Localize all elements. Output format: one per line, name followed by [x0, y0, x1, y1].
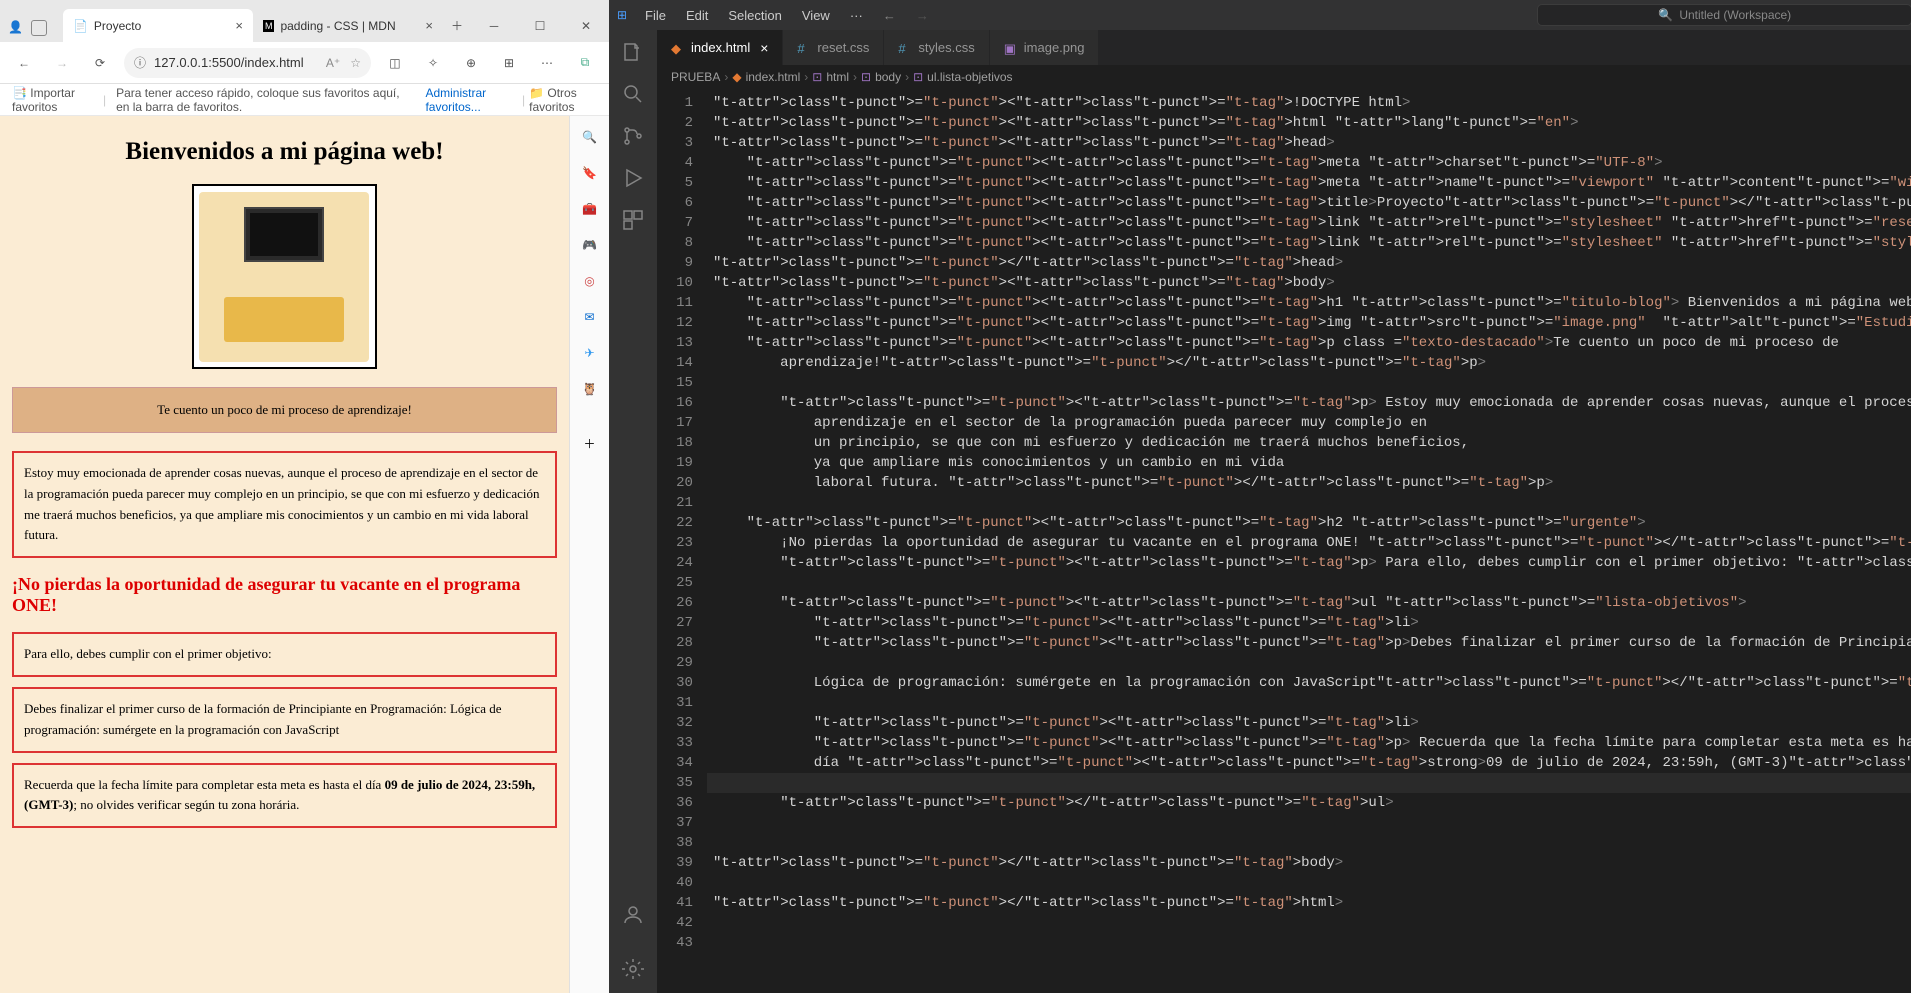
office-icon[interactable]: ◎ — [578, 270, 600, 292]
urgent-heading: ¡No pierdas la oportunidad de asegurar t… — [12, 574, 557, 616]
search-icon: 🔍 — [1658, 8, 1673, 22]
favorites-bar: 📑 Importar favoritos | Para tener acceso… — [0, 84, 609, 116]
tab-title: Proyecto — [94, 19, 141, 33]
menu-view[interactable]: View — [794, 4, 838, 27]
collections-icon[interactable]: ✧ — [419, 49, 447, 77]
close-tab-icon[interactable]: × — [760, 40, 768, 56]
tab-styles-css[interactable]: # styles.css — [884, 30, 989, 65]
code-editor[interactable]: 1234567891011121314151617181920212223242… — [657, 89, 1911, 993]
menu-icon[interactable]: ⋯ — [533, 49, 561, 77]
activity-bar — [609, 30, 657, 993]
favorites-icon[interactable]: ⊕ — [457, 49, 485, 77]
line-numbers: 1234567891011121314151617181920212223242… — [657, 89, 707, 993]
telegram-icon[interactable]: ✈ — [578, 342, 600, 364]
duolingo-icon[interactable]: 🦉 — [578, 378, 600, 400]
import-favorites[interactable]: 📑 Importar favoritos — [12, 86, 93, 114]
workspaces-icon[interactable] — [31, 20, 47, 36]
webpage-content: Bienvenidos a mi página web! Te cuento u… — [0, 116, 569, 993]
tab-reset-css[interactable]: # reset.css — [783, 30, 884, 65]
browser-titlebar: 👤 📄 Proyecto × M padding - CSS | MDN × ＋… — [0, 0, 609, 42]
profile-icon[interactable]: 👤 — [8, 20, 23, 36]
search-icon[interactable] — [621, 82, 645, 106]
css-icon: # — [898, 41, 912, 55]
favorite-icon[interactable]: ☆ — [350, 56, 361, 70]
maximize-button[interactable]: ☐ — [517, 10, 563, 42]
workspace-name: Untitled (Workspace) — [1679, 8, 1791, 22]
minimize-button[interactable]: ─ — [471, 10, 517, 42]
edge-browser: 👤 📄 Proyecto × M padding - CSS | MDN × ＋… — [0, 0, 609, 993]
refresh-button[interactable]: ⟳ — [86, 49, 114, 77]
forward-button[interactable]: → — [48, 49, 76, 77]
close-button[interactable]: ✕ — [563, 10, 609, 42]
tab-image-png[interactable]: ▣ image.png — [990, 30, 1100, 65]
nav-forward-icon[interactable]: → — [908, 4, 937, 27]
admin-favorites-link[interactable]: Administrar favoritos... — [425, 86, 512, 114]
editor-area: ◆ index.html × # reset.css # styles.css … — [657, 30, 1911, 993]
html-icon: ◆ — [671, 41, 685, 55]
explorer-icon[interactable] — [621, 40, 645, 64]
new-tab-button[interactable]: ＋ — [443, 9, 471, 42]
hero-image — [192, 184, 377, 369]
intro-box: Te cuento un poco de mi proceso de apren… — [12, 387, 557, 433]
menu-selection[interactable]: Selection — [720, 4, 789, 27]
vscode-window: ⊞ File Edit Selection View ··· ← → 🔍 Unt… — [609, 0, 1911, 993]
address-bar[interactable]: ⓘ 127.0.0.1:5500/index.html A⁺ ☆ — [124, 48, 371, 78]
copilot-icon[interactable]: ⧉ — [571, 49, 599, 77]
tools-icon[interactable]: 🧰 — [578, 198, 600, 220]
read-aloud-icon[interactable]: A⁺ — [326, 56, 340, 70]
run-debug-icon[interactable] — [621, 166, 645, 190]
editor-tabs: ◆ index.html × # reset.css # styles.css … — [657, 30, 1911, 65]
tab-title: padding - CSS | MDN — [280, 19, 395, 33]
menu-file[interactable]: File — [637, 4, 674, 27]
tab-mdn[interactable]: M padding - CSS | MDN × — [253, 9, 443, 42]
back-button[interactable]: ← — [10, 49, 38, 77]
settings-icon[interactable] — [621, 957, 645, 981]
favicon-icon: M — [263, 20, 275, 32]
search-icon[interactable]: 🔍 — [578, 126, 600, 148]
image-icon: ▣ — [1004, 41, 1018, 55]
source-control-icon[interactable] — [621, 124, 645, 148]
vscode-logo-icon: ⊞ — [617, 8, 627, 22]
close-tab-icon[interactable]: × — [235, 18, 243, 33]
objective-intro: Para ello, debes cumplir con el primer o… — [12, 632, 557, 677]
menu-edit[interactable]: Edit — [678, 4, 716, 27]
fav-msg: Para tener acceso rápido, coloque sus fa… — [116, 86, 415, 114]
other-favorites[interactable]: 📁 Otros favoritos — [529, 86, 597, 114]
paragraph-1: Estoy muy emocionada de aprender cosas n… — [12, 451, 557, 558]
css-icon: # — [797, 41, 811, 55]
edge-sidebar: 🔍 🔖 🧰 🎮 ◎ ✉ ✈ 🦉 ＋ — [569, 116, 609, 993]
account-icon[interactable] — [621, 903, 645, 927]
favicon-icon: 📄 — [73, 19, 88, 33]
url-text: 127.0.0.1:5500/index.html — [154, 55, 304, 70]
close-tab-icon[interactable]: × — [425, 18, 433, 33]
breadcrumb[interactable]: PRUEBA› ◆index.html› ⊡html› ⊡body› ⊡ul.l… — [657, 65, 1911, 89]
browser-toolbar: ← → ⟳ ⓘ 127.0.0.1:5500/index.html A⁺ ☆ ◫… — [0, 42, 609, 84]
outlook-icon[interactable]: ✉ — [578, 306, 600, 328]
page-title: Bienvenidos a mi página web! — [12, 138, 557, 166]
command-center[interactable]: 🔍 Untitled (Workspace) — [1537, 4, 1911, 26]
browser-tabs: 📄 Proyecto × M padding - CSS | MDN × ＋ — [55, 9, 471, 42]
code-content[interactable]: "t-attr">class"t-punct">="t-punct"><"t-a… — [707, 89, 1911, 993]
menu-more[interactable]: ··· — [842, 4, 871, 27]
tab-proyecto[interactable]: 📄 Proyecto × — [63, 9, 253, 42]
split-screen-icon[interactable]: ◫ — [381, 49, 409, 77]
games-icon[interactable]: 🎮 — [578, 234, 600, 256]
objective-1: Debes finalizar el primer curso de la fo… — [12, 687, 557, 753]
site-info-icon[interactable]: ⓘ — [134, 54, 146, 71]
extensions-icon[interactable] — [621, 208, 645, 232]
objective-deadline: Recuerda que la fecha límite para comple… — [12, 763, 557, 829]
add-sidebar-icon[interactable]: ＋ — [578, 432, 600, 454]
extensions-icon[interactable]: ⊞ — [495, 49, 523, 77]
nav-back-icon[interactable]: ← — [875, 4, 904, 27]
tab-index-html[interactable]: ◆ index.html × — [657, 30, 783, 65]
vscode-titlebar: ⊞ File Edit Selection View ··· ← → 🔍 Unt… — [609, 0, 1911, 30]
shopping-icon[interactable]: 🔖 — [578, 162, 600, 184]
